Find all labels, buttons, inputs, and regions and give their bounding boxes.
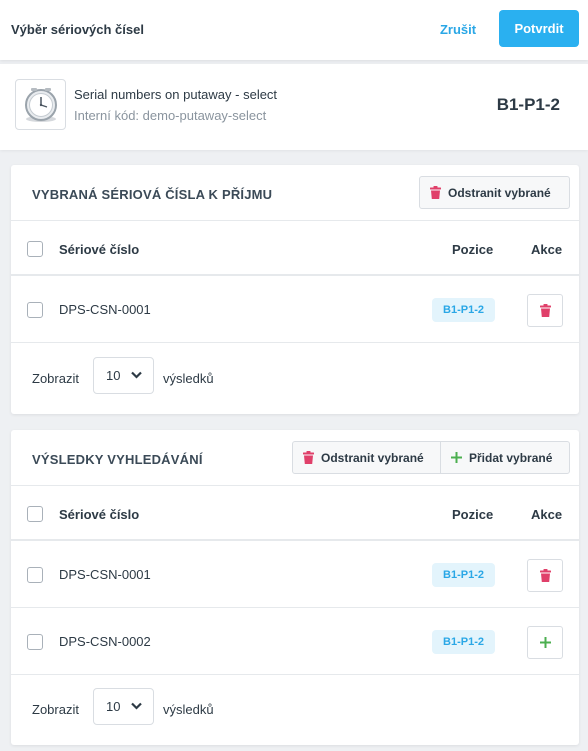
select-all-checkbox[interactable] (27, 241, 43, 257)
trash-icon (539, 569, 551, 582)
table-header: Sériové číslo Pozice Akce (11, 221, 579, 276)
remove-selected-button[interactable]: Odstranit vybrané (292, 441, 441, 474)
position-badge: B1-P1-2 (432, 630, 495, 654)
plus-icon (539, 637, 551, 648)
cancel-button[interactable]: Zrušit (431, 12, 485, 46)
row-checkbox[interactable] (27, 567, 43, 583)
column-action: Akce (531, 507, 563, 522)
column-position: Pozice (452, 242, 494, 257)
confirm-button[interactable]: Potvrdit (499, 10, 579, 47)
card-header: VYBRANÁ SÉRIOVÁ ČÍSLA K PŘÍJMU Odstranit… (11, 165, 579, 221)
card-header: VÝSLEDKY VYHLEDÁVÁNÍ Odstranit vybrané P… (11, 430, 579, 486)
remove-selected-button[interactable]: Odstranit vybrané (419, 176, 570, 209)
product-internal-code: Interní kód: demo-putaway-select (74, 108, 267, 123)
product-thumbnail (15, 79, 66, 130)
product-location: B1-P1-2 (496, 95, 560, 114)
table-row: DPS-CSN-0001 B1-P1-2 (11, 277, 579, 343)
add-row-button[interactable] (527, 626, 563, 659)
trash-icon (539, 304, 551, 317)
card-title: VYBRANÁ SÉRIOVÁ ČÍSLA K PŘÍJMU (32, 187, 273, 202)
page-size-select[interactable]: 10 (93, 357, 154, 394)
results-label: výsledků (163, 702, 214, 717)
select-all-checkbox[interactable] (27, 506, 43, 522)
column-serial: Sériové číslo (59, 242, 140, 257)
table-row: DPS-CSN-0002 B1-P1-2 (11, 609, 579, 675)
card-title: VÝSLEDKY VYHLEDÁVÁNÍ (32, 452, 203, 467)
row-checkbox[interactable] (27, 302, 43, 318)
product-panel: Serial numbers on putaway - select Inter… (0, 64, 588, 150)
trash-icon (430, 186, 441, 199)
pagination: Zobrazit 10 výsledků (11, 675, 579, 741)
column-position: Pozice (452, 507, 494, 522)
remove-selected-label: Odstranit vybrané (448, 185, 551, 200)
page-size-value: 10 (106, 699, 121, 714)
top-bar: Výběr sériových čísel Zrušit Potvrdit (0, 0, 588, 60)
show-label: Zobrazit (32, 702, 79, 717)
results-label: výsledků (163, 371, 214, 386)
remove-row-button[interactable] (527, 559, 563, 592)
page-size-select[interactable]: 10 (93, 688, 154, 725)
plus-icon (451, 452, 462, 463)
chevron-down-icon (131, 371, 142, 379)
column-action: Akce (531, 242, 563, 257)
table-header: Sériové číslo Pozice Akce (11, 486, 579, 541)
add-selected-label: Přidat vybrané (469, 450, 553, 465)
add-selected-button[interactable]: Přidat vybrané (440, 441, 570, 474)
position-badge: B1-P1-2 (432, 298, 495, 322)
remove-row-button[interactable] (527, 294, 563, 327)
column-serial: Sériové číslo (59, 507, 140, 522)
serial-number: DPS-CSN-0002 (59, 634, 151, 649)
page-title: Výběr sériových čísel (11, 22, 144, 37)
serial-number: DPS-CSN-0001 (59, 567, 151, 582)
pagination: Zobrazit 10 výsledků (11, 344, 579, 410)
product-name: Serial numbers on putaway - select (74, 87, 278, 102)
serial-number: DPS-CSN-0001 (59, 302, 151, 317)
remove-selected-label: Odstranit vybrané (321, 450, 424, 465)
search-results-card: VÝSLEDKY VYHLEDÁVÁNÍ Odstranit vybrané P… (11, 430, 579, 745)
page-size-value: 10 (106, 368, 121, 383)
trash-icon (303, 451, 314, 464)
selected-serials-card: VYBRANÁ SÉRIOVÁ ČÍSLA K PŘÍJMU Odstranit… (11, 165, 579, 414)
position-badge: B1-P1-2 (432, 563, 495, 587)
row-checkbox[interactable] (27, 634, 43, 650)
table-row: DPS-CSN-0001 B1-P1-2 (11, 542, 579, 608)
show-label: Zobrazit (32, 371, 79, 386)
chevron-down-icon (131, 702, 142, 710)
alarm-clock-icon (24, 87, 57, 122)
